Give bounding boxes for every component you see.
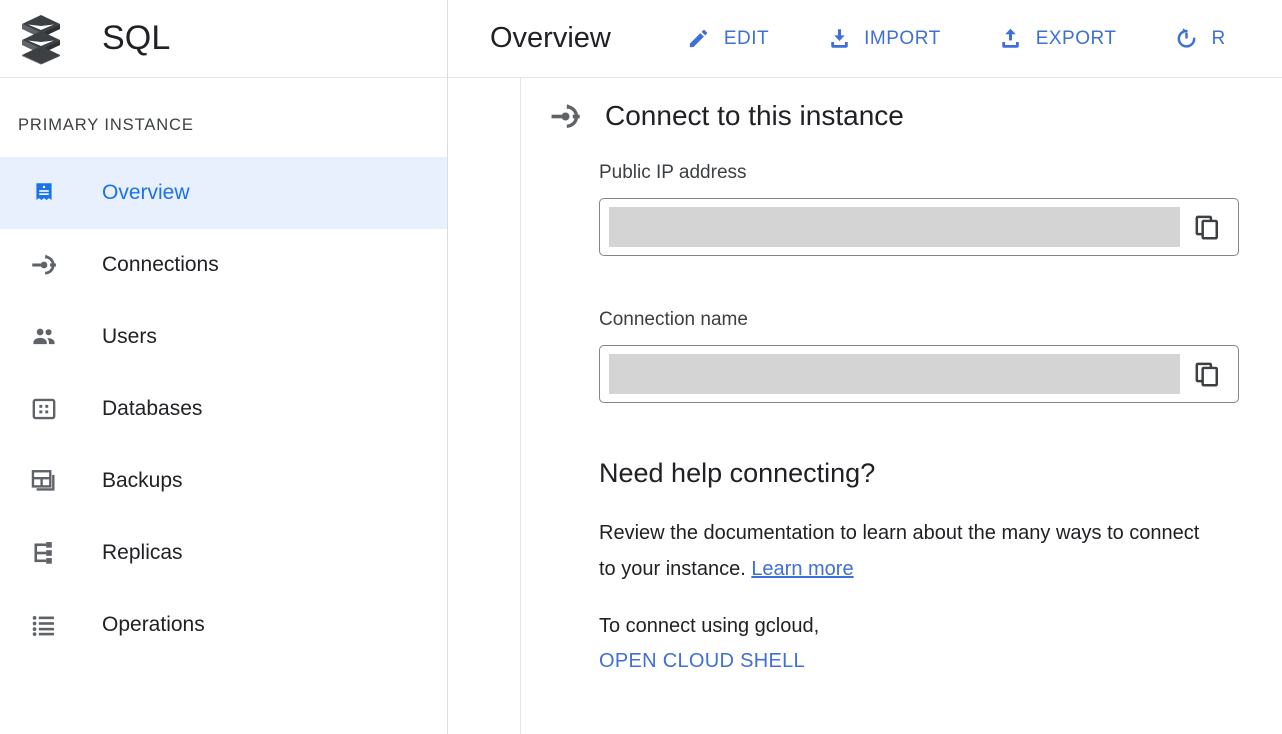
restart-power-icon bbox=[1174, 27, 1198, 51]
sidebar-item-label: Replicas bbox=[102, 541, 183, 564]
copy-icon[interactable] bbox=[1190, 210, 1224, 244]
import-download-icon bbox=[827, 27, 851, 51]
overview-icon bbox=[30, 179, 58, 207]
sidebar-item-users[interactable]: Users bbox=[0, 301, 447, 373]
edit-button-label: EDIT bbox=[723, 27, 770, 49]
gcloud-instruction-text: To connect using gcloud, bbox=[599, 615, 820, 637]
pencil-icon bbox=[687, 27, 711, 51]
sidebar-item-label: Backups bbox=[102, 469, 183, 492]
product-title: SQL bbox=[102, 19, 171, 57]
databases-icon bbox=[30, 395, 58, 423]
main-area: Overview EDIT IMPORT EXPORT R Connect to… bbox=[448, 0, 1282, 734]
sidebar-item-backups[interactable]: Backups bbox=[0, 445, 447, 517]
public-ip-field-block: Public IP address bbox=[549, 162, 1282, 256]
connections-icon bbox=[30, 251, 58, 279]
help-body-text: Review the documentation to learn about … bbox=[599, 522, 1200, 580]
sidebar-item-operations[interactable]: Operations bbox=[0, 589, 447, 661]
connection-name-field[interactable] bbox=[599, 345, 1239, 403]
section-title: Connect to this instance bbox=[605, 100, 904, 131]
sidebar-item-label: Operations bbox=[102, 613, 205, 636]
export-button-label: EXPORT bbox=[1035, 27, 1117, 49]
toolbar: Overview EDIT IMPORT EXPORT R bbox=[448, 0, 1282, 78]
page-title: Overview bbox=[490, 22, 611, 54]
import-button[interactable]: IMPORT bbox=[813, 21, 955, 57]
sidebar-nav-list: Overview Connections Users Databases Bac… bbox=[0, 157, 447, 661]
open-cloud-shell-link[interactable]: OPEN CLOUD SHELL bbox=[549, 650, 805, 673]
connection-name-redacted-value bbox=[609, 354, 1180, 394]
sidebar-item-label: Overview bbox=[102, 181, 190, 204]
public-ip-redacted-value bbox=[609, 207, 1180, 247]
import-button-label: IMPORT bbox=[864, 27, 941, 49]
content-wrap: Connect to this instance Public IP addre… bbox=[448, 78, 1282, 734]
help-title: Need help connecting? bbox=[599, 458, 876, 488]
sidebar-item-connections[interactable]: Connections bbox=[0, 229, 447, 301]
export-upload-icon bbox=[999, 27, 1023, 51]
connections-icon bbox=[549, 100, 581, 132]
connection-name-field-block: Connection name bbox=[549, 309, 1282, 403]
backups-icon bbox=[30, 467, 58, 495]
sidebar-item-databases[interactable]: Databases bbox=[0, 373, 447, 445]
restart-button-label: R bbox=[1211, 27, 1226, 49]
field-spacer bbox=[549, 256, 1282, 309]
product-header: SQL bbox=[0, 0, 447, 78]
export-button[interactable]: EXPORT bbox=[985, 21, 1131, 57]
sidebar-item-label: Connections bbox=[102, 253, 219, 276]
learn-more-link[interactable]: Learn more bbox=[751, 558, 853, 580]
sidebar-item-label: Databases bbox=[102, 397, 203, 420]
cloud-sql-layers-logo bbox=[18, 13, 64, 65]
section-header: Connect to this instance bbox=[549, 100, 1282, 132]
edit-button[interactable]: EDIT bbox=[673, 21, 783, 57]
public-ip-label: Public IP address bbox=[599, 162, 747, 183]
sidebar-item-replicas[interactable]: Replicas bbox=[0, 517, 447, 589]
help-body: Review the documentation to learn about … bbox=[549, 515, 1209, 587]
restart-button[interactable]: R bbox=[1160, 21, 1239, 57]
connect-panel: Connect to this instance Public IP addre… bbox=[520, 78, 1282, 734]
sidebar-item-label: Users bbox=[102, 325, 157, 348]
copy-icon[interactable] bbox=[1190, 357, 1224, 391]
public-ip-field[interactable] bbox=[599, 198, 1239, 256]
connection-name-label: Connection name bbox=[599, 309, 748, 330]
replicas-icon bbox=[30, 539, 58, 567]
toolbar-actions: EDIT IMPORT EXPORT R bbox=[673, 21, 1270, 57]
sidebar-section-label: PRIMARY INSTANCE bbox=[18, 116, 194, 134]
cloud-sql-overview-page: SQL PRIMARY INSTANCE Overview Connection… bbox=[0, 0, 1282, 734]
users-icon bbox=[30, 323, 58, 351]
operations-icon bbox=[30, 611, 58, 639]
content-gutter bbox=[448, 78, 520, 734]
sidebar-item-overview[interactable]: Overview bbox=[0, 157, 447, 229]
sidebar: SQL PRIMARY INSTANCE Overview Connection… bbox=[0, 0, 448, 734]
